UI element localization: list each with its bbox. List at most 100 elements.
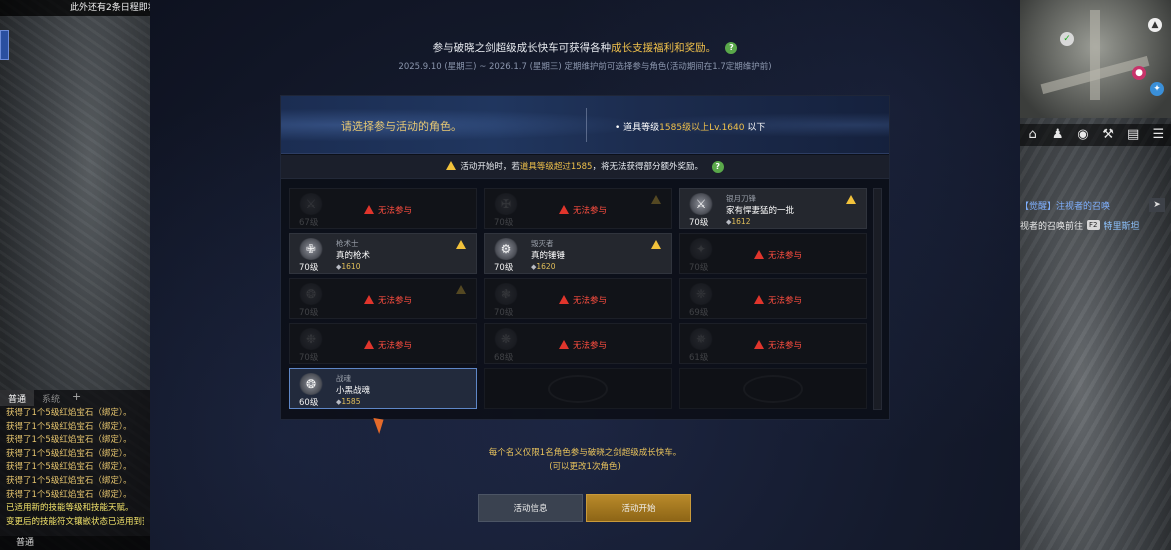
- character-level: 70级: [494, 218, 514, 228]
- chat-log: 获得了1个5级红焰宝石（绑定）。 获得了1个5级红焰宝石（绑定）。 获得了1个5…: [0, 406, 150, 530]
- class-emblem-icon: ⚔: [298, 193, 324, 215]
- quest-pin-icon[interactable]: ➤: [1149, 198, 1165, 212]
- minimap-portal-icon[interactable]: ✦: [1150, 82, 1164, 96]
- ineligible-label: 无法参与: [378, 206, 413, 216]
- item-level-warning-icon[interactable]: [456, 240, 466, 249]
- character-level: 70级: [494, 263, 514, 273]
- quest-tracker: 【觉醒】注视者的召唤 ➤ 视者的召唤前往 F2 特里斯坦: [1020, 195, 1171, 235]
- character-card[interactable]: ⚔ 67级 无法参与: [289, 188, 477, 229]
- quest-title[interactable]: 【觉醒】注视者的召唤: [1020, 199, 1110, 212]
- quest-step: 视者的召唤前往: [1020, 221, 1084, 232]
- item-level-warning-icon[interactable]: [651, 240, 661, 249]
- panel-header: 请选择参与活动的角色。 • 道具等级1585级以上Lv.1640 以下: [281, 96, 889, 154]
- bank-icon[interactable]: ▤: [1124, 126, 1142, 144]
- character-card[interactable]: ⚙ 70级 毁灭者真的锤锤1620: [484, 233, 672, 274]
- empty-slot-emblem: [743, 375, 803, 403]
- quest-npc-link[interactable]: 特里斯坦: [1104, 219, 1140, 232]
- chat-tab-system[interactable]: 系统: [34, 390, 68, 406]
- chat-add-tab-button[interactable]: +: [68, 390, 85, 406]
- class-emblem-icon: ⚔: [688, 193, 714, 215]
- item-level-warning: 活动开始时，若道具等级超过1585，将无法获得部分额外奖励。 ?: [281, 155, 889, 179]
- ineligible-warning-icon: [364, 340, 374, 349]
- home-icon[interactable]: ⌂: [1024, 126, 1042, 144]
- menu-icon[interactable]: ☰: [1149, 126, 1167, 144]
- character-class: 枪术士: [336, 239, 359, 248]
- character-card[interactable]: ✠ 70级 无法参与: [484, 188, 672, 229]
- character-level: 70级: [299, 308, 319, 318]
- character-card: [484, 368, 672, 409]
- class-emblem-icon: ❃: [493, 283, 519, 305]
- chat-line: 获得了1个5级红焰宝石（绑定）。: [6, 435, 132, 446]
- schedule-notice[interactable]: 此外还有2条日程即将: [0, 0, 150, 16]
- event-period: 2025.9.10 (星期三) ~ 2026.1.7 (星期三) 定期维护前可选…: [398, 62, 772, 72]
- character-level: 60级: [299, 398, 319, 408]
- ineligible-status: 无法参与: [364, 204, 412, 216]
- camera-icon[interactable]: ◉: [1074, 126, 1092, 144]
- character-name: 真的枪术: [336, 251, 371, 261]
- headline-highlight: 成长支援福利和奖励。: [611, 42, 717, 54]
- character-card: [679, 368, 867, 409]
- chat-line: 获得了1个5级红焰宝石（绑定）。: [6, 462, 132, 473]
- minimap-player-icon: ▲: [1148, 18, 1162, 32]
- character-card[interactable]: ❂ 70级 无法参与: [289, 278, 477, 319]
- item-level-warning-icon[interactable]: [456, 285, 466, 294]
- item-level-warning-icon[interactable]: [846, 195, 856, 204]
- ineligible-label: 无法参与: [378, 341, 413, 351]
- side-widget-button[interactable]: [0, 30, 9, 60]
- character-level: 70级: [494, 308, 514, 318]
- hammer-icon[interactable]: ⚒: [1099, 126, 1117, 144]
- character-list-scrollbar[interactable]: [873, 188, 882, 410]
- empty-slot-emblem: [548, 375, 608, 403]
- character-card[interactable]: ❉ 70级 无法参与: [289, 323, 477, 364]
- character-card[interactable]: ❈ 69级 无法参与: [679, 278, 867, 319]
- character-card[interactable]: ✦ 70级 无法参与: [679, 233, 867, 274]
- chat-input-channel[interactable]: 普通: [0, 536, 150, 550]
- ineligible-label: 无法参与: [573, 206, 608, 216]
- event-start-button[interactable]: 活动开始: [586, 494, 691, 522]
- item-level-warning-icon[interactable]: [651, 195, 661, 204]
- ineligible-warning-icon: [754, 250, 764, 259]
- class-emblem-icon: ❂: [298, 283, 324, 305]
- character-card[interactable]: ❂ 60级 战魂小黑战魂1585: [289, 368, 477, 409]
- ineligible-warning-icon: [754, 295, 764, 304]
- event-info-button[interactable]: 活动信息: [478, 494, 583, 522]
- character-class: 战魂: [336, 374, 351, 383]
- character-card[interactable]: ❋ 68级 无法参与: [484, 323, 672, 364]
- character-level: 70级: [299, 263, 319, 273]
- character-name: 家有悍妻猛的一批: [726, 206, 795, 216]
- character-class: 银月刀锋: [726, 194, 756, 203]
- character-card[interactable]: ❃ 70级 无法参与: [484, 278, 672, 319]
- character-grid: ⚔67级无法参与✠70级无法参与⚔70级银月刀锋家有悍妻猛的一批1612✙70级…: [289, 188, 869, 410]
- ineligible-warning-icon: [559, 340, 569, 349]
- character-level: 68级: [494, 353, 514, 363]
- quest-hotkey: F2: [1087, 220, 1100, 230]
- character-level: 70级: [299, 353, 319, 363]
- headline-text: 参与破晓之剑超级成长快车可获得各种: [432, 42, 612, 54]
- ineligible-label: 无法参与: [573, 341, 608, 351]
- guild-icon[interactable]: ♟: [1049, 126, 1067, 144]
- minimap-npc-icon[interactable]: ●: [1132, 66, 1146, 80]
- ineligible-warning-icon: [559, 295, 569, 304]
- class-emblem-icon: ✵: [688, 328, 714, 350]
- item-level: 1610: [336, 262, 360, 271]
- item-level: 1620: [531, 262, 555, 271]
- minimap[interactable]: ✓ ● ✦ ▲: [1020, 0, 1171, 118]
- character-card[interactable]: ⚔ 70级 银月刀锋家有悍妻猛的一批1612: [679, 188, 867, 229]
- chat-tab-normal[interactable]: 普通: [0, 390, 35, 406]
- ineligible-status: 无法参与: [754, 249, 802, 261]
- character-card[interactable]: ✵ 61级 无法参与: [679, 323, 867, 364]
- help-icon[interactable]: ?: [725, 42, 738, 54]
- ineligible-warning-icon: [559, 205, 569, 214]
- character-card[interactable]: ✙ 70级 枪术士真的枪术1610: [289, 233, 477, 274]
- ineligible-label: 无法参与: [768, 251, 803, 261]
- ineligible-label: 无法参与: [768, 296, 803, 306]
- choose-character-title: 请选择参与活动的角色。: [341, 120, 462, 133]
- chat-line: 获得了1个5级红焰宝石（绑定）。: [6, 448, 132, 459]
- character-class: 毁灭者: [531, 239, 554, 248]
- ineligible-status: 无法参与: [754, 294, 802, 306]
- class-emblem-icon: ⚙: [493, 238, 519, 260]
- minimap-quest-icon[interactable]: ✓: [1060, 32, 1074, 46]
- warning-icon: [446, 161, 457, 170]
- class-emblem-icon: ❂: [298, 373, 324, 395]
- help-icon[interactable]: ?: [711, 160, 724, 173]
